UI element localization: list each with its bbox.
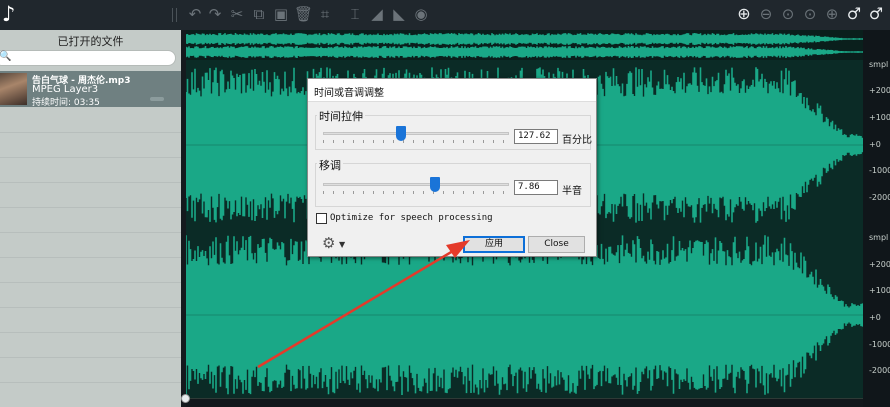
time-stretch-unit: 百分比 xyxy=(562,135,592,146)
scale-label: +1000 xyxy=(869,286,890,295)
scale-label: +0 xyxy=(869,313,881,322)
file-list-item[interactable]: 告白气球 - 周杰伦.mp3 MPEG Layer3 持续时间: 03:35 xyxy=(0,71,181,108)
redo-icon[interactable]: ↷ xyxy=(206,5,224,23)
playhead-handle[interactable] xyxy=(181,394,190,403)
pitch-shift-unit: 半音 xyxy=(562,186,582,197)
pitch-shift-label: 移调 xyxy=(317,157,343,173)
scale-label: -2000 xyxy=(869,193,890,202)
time-stretch-track[interactable] xyxy=(323,132,509,135)
file-duration: 持续时间: 03:35 xyxy=(32,98,100,108)
file-list-empty-rows xyxy=(0,108,181,407)
overview-channel-bottom xyxy=(186,46,863,58)
zoom-vertical-out-icon[interactable]: ♂ xyxy=(867,5,885,23)
zoom-full-icon[interactable]: ⊕ xyxy=(823,5,841,23)
paste-icon[interactable]: ▣ xyxy=(272,5,290,23)
time-stretch-ticks xyxy=(323,140,509,143)
panel-title: 已打开的文件 xyxy=(57,35,124,48)
pitch-shift-track[interactable] xyxy=(323,183,509,186)
time-ruler[interactable] xyxy=(186,398,863,407)
time-stretch-input[interactable]: 127.62 xyxy=(514,129,558,144)
zoom-selection-icon[interactable]: ⊙ xyxy=(779,5,797,23)
scale-label: smpl xyxy=(869,233,889,242)
amplitude-scale: smpl +2000 +1000 +0 -1000 -2000 smpl +20… xyxy=(863,30,890,407)
time-pitch-dialog: 时间或音调调整 时间拉伸 127.62 百分比 移调 7.86 半音 Optim… xyxy=(307,78,597,257)
time-stretch-label: 时间拉伸 xyxy=(317,108,365,124)
search-icon: 🔍 xyxy=(0,51,12,62)
optimize-speech-label[interactable]: Optimize for speech processing xyxy=(330,213,493,223)
delete-icon[interactable]: 🗑 xyxy=(294,5,313,23)
pitch-shift-input[interactable]: 7.86 xyxy=(514,180,558,195)
file-search-input[interactable]: 🔍 xyxy=(0,50,176,66)
toolbar-grip xyxy=(172,8,177,22)
pitch-shift-slider[interactable] xyxy=(429,177,440,192)
cut-icon[interactable]: ✂ xyxy=(228,5,246,23)
file-format: MPEG Layer3 xyxy=(32,84,99,95)
zoom-in-icon[interactable]: ⊕ xyxy=(735,5,753,23)
fade-out-icon[interactable]: ◣ xyxy=(390,5,408,23)
zoom-fit-icon[interactable]: ⊙ xyxy=(801,5,819,23)
crop-icon[interactable]: ⌗ xyxy=(316,5,334,23)
scale-label: smpl xyxy=(869,60,889,69)
album-art xyxy=(0,73,27,105)
record-icon[interactable]: ◉ xyxy=(412,5,430,23)
scale-label: +0 xyxy=(869,140,881,149)
copy-icon[interactable]: ⧉ xyxy=(250,5,268,23)
undo-icon[interactable]: ↶ xyxy=(186,5,204,23)
dialog-titlebar[interactable]: 时间或音调调整 xyxy=(308,79,596,102)
time-stretch-slider[interactable] xyxy=(396,126,407,141)
scale-label: -1000 xyxy=(869,340,890,349)
dialog-title: 时间或音调调整 xyxy=(314,88,384,99)
close-button[interactable]: Close xyxy=(528,236,585,253)
gear-icon[interactable]: ⚙ xyxy=(322,236,335,251)
optimize-speech-checkbox[interactable] xyxy=(316,213,327,224)
zoom-out-icon[interactable]: ⊖ xyxy=(757,5,775,23)
item-handle xyxy=(150,97,164,101)
chevron-down-icon[interactable]: ▼ xyxy=(339,240,345,249)
apply-button[interactable]: 应用 xyxy=(463,236,525,253)
music-note-icon[interactable]: ♪ xyxy=(2,2,24,26)
scale-label: -1000 xyxy=(869,166,890,175)
scale-label: +1000 xyxy=(869,113,890,122)
scale-label: -2000 xyxy=(869,366,890,375)
scale-label: +2000 xyxy=(869,260,890,269)
overview-channel-top xyxy=(186,33,863,45)
pitch-shift-ticks xyxy=(323,191,509,194)
fade-in-icon[interactable]: ◢ xyxy=(368,5,386,23)
zoom-vertical-in-icon[interactable]: ♂ xyxy=(845,5,863,23)
open-files-panel: 已打开的文件 🔍 告白气球 - 周杰伦.mp3 MPEG Layer3 持续时间… xyxy=(0,30,181,407)
text-cursor-icon[interactable]: ⌶ xyxy=(346,5,364,23)
top-toolbar: ♪ ↶ ↷ ✂ ⧉ ▣ 🗑 ⌗ ⌶ ◢ ◣ ◉ ⊕ ⊖ ⊙ ⊙ ⊕ ♂ ♂ xyxy=(0,0,890,30)
scale-label: +2000 xyxy=(869,86,890,95)
